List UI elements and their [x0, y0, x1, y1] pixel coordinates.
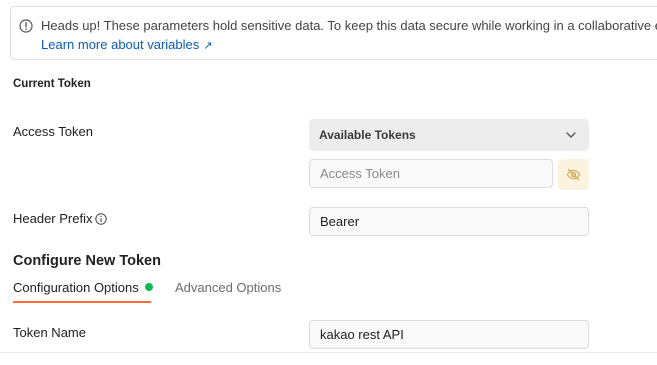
header-prefix-label: Header Prefix — [13, 211, 108, 226]
token-name-label: Token Name — [13, 325, 86, 340]
tab-configuration-options[interactable]: Configuration Options — [13, 280, 153, 295]
auth-settings-panel: Heads up! These parameters hold sensitiv… — [0, 0, 657, 365]
available-tokens-label: Available Tokens — [319, 128, 416, 142]
toggle-visibility-button[interactable] — [558, 159, 589, 190]
active-tab-underline — [13, 301, 151, 303]
learn-more-link-label[interactable]: Learn more about variables — [41, 37, 199, 52]
eye-slash-icon — [566, 168, 581, 181]
tab-advanced-options[interactable]: Advanced Options — [175, 280, 281, 295]
access-token-input[interactable] — [309, 159, 553, 188]
alert-message: Heads up! These parameters hold sensitiv… — [41, 18, 657, 33]
external-link-icon[interactable]: ↗ — [203, 39, 212, 52]
learn-more-link[interactable]: Learn more about variables ↗ — [41, 37, 212, 52]
exclamation-circle-icon — [19, 19, 33, 33]
chevron-down-icon — [566, 132, 576, 138]
header-prefix-label-text: Header Prefix — [13, 211, 93, 226]
available-tokens-dropdown[interactable]: Available Tokens — [309, 119, 589, 151]
info-icon[interactable] — [95, 213, 108, 225]
tab-configuration-options-label[interactable]: Configuration Options — [13, 280, 139, 295]
current-token-section-label: Current Token — [13, 78, 91, 90]
sensitive-data-alert: Heads up! These parameters hold sensitiv… — [10, 6, 657, 60]
divider — [0, 352, 657, 353]
access-token-label: Access Token — [13, 124, 93, 139]
header-prefix-input[interactable] — [309, 207, 589, 236]
configure-new-token-heading: Configure New Token — [13, 253, 161, 269]
token-name-input[interactable] — [309, 320, 589, 349]
status-dot — [144, 283, 153, 291]
